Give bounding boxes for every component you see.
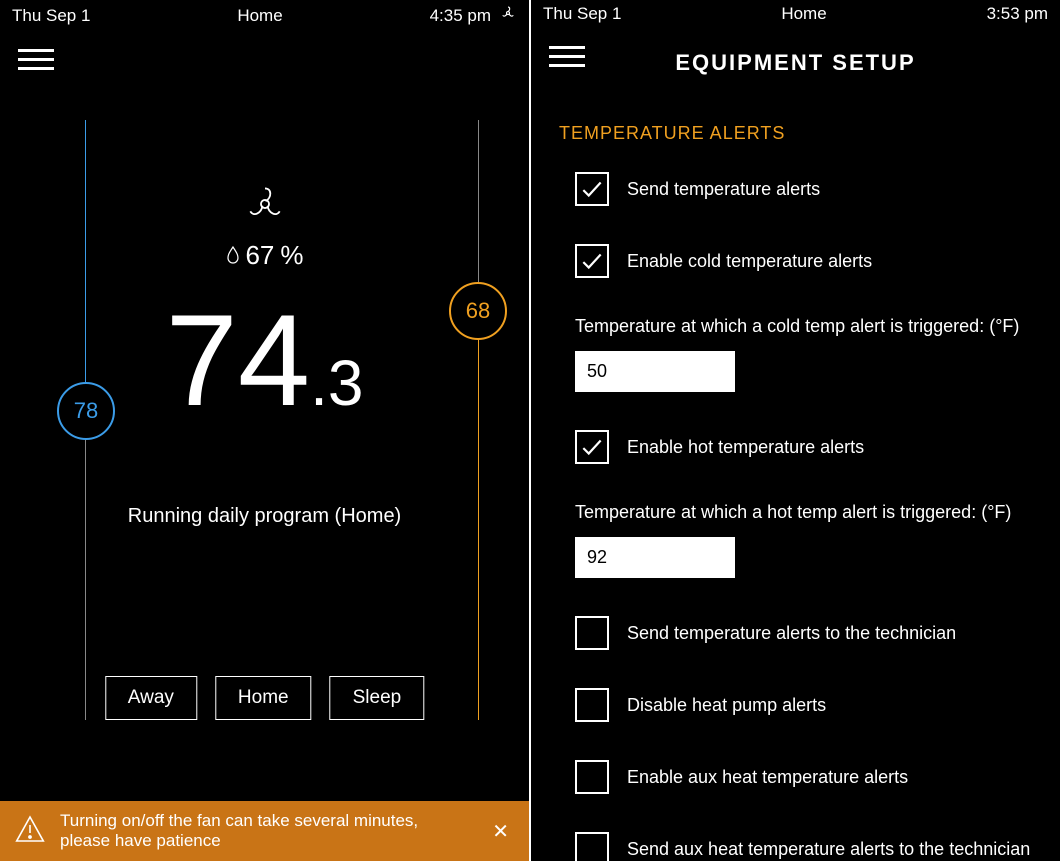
setting-enable-hot-alerts[interactable]: Enable hot temperature alerts [575,430,1032,464]
heat-setpoint-value: 68 [466,298,490,324]
setting-auxheat-technician[interactable]: Send aux heat temperature alerts to the … [575,832,1032,861]
status-date: Thu Sep 1 [543,4,621,24]
program-status: Running daily program (Home) [128,505,401,528]
setting-label: Disable heat pump alerts [627,695,826,716]
fan-icon [243,182,287,231]
hot-threshold-label: Temperature at which a hot temp alert is… [575,502,1032,523]
checkbox[interactable] [575,760,609,794]
mode-home-button[interactable]: Home [215,676,312,720]
temp-whole: 74 [166,295,311,425]
mode-sleep-button[interactable]: Sleep [330,676,425,720]
fan-status-icon [499,4,517,27]
cold-threshold-label: Temperature at which a cold temp alert i… [575,316,1032,337]
checkbox[interactable] [575,172,609,206]
cool-slider-fill [85,120,86,410]
settings-list: TEMPERATURE ALERTS Send temperature aler… [531,73,1060,861]
equipment-setup-screen: Thu Sep 1 Home 3:53 pm EQUIPMENT SETUP T… [531,0,1060,861]
setting-label: Send aux heat temperature alerts to the … [627,839,1030,860]
heat-slider-fill [478,310,479,720]
cool-setpoint-value: 78 [74,398,98,424]
heat-setpoint-handle[interactable]: 68 [449,282,507,340]
setting-alerts-technician[interactable]: Send temperature alerts to the technicia… [575,616,1032,650]
status-center: Home [237,6,282,26]
page-title: EQUIPMENT SETUP [531,50,1060,76]
hot-threshold-input[interactable] [575,537,735,578]
checkbox[interactable] [575,616,609,650]
current-temperature: 74.3 [166,295,364,425]
setting-label: Enable hot temperature alerts [627,437,864,458]
toast-notification: Turning on/off the fan can take several … [0,801,529,861]
setting-label: Enable aux heat temperature alerts [627,767,908,788]
humidity-display: 67% [225,240,303,271]
status-bar: Thu Sep 1 Home 4:35 pm [0,0,529,31]
status-bar: Thu Sep 1 Home 3:53 pm [531,0,1060,28]
checkbox[interactable] [575,832,609,861]
humidity-pct: % [280,240,303,271]
warning-icon [14,813,46,850]
setting-send-alerts[interactable]: Send temperature alerts [575,172,1032,206]
cold-threshold-input[interactable] [575,351,735,392]
toast-close-button[interactable]: ✕ [486,819,515,844]
status-center: Home [781,4,826,24]
section-title: TEMPERATURE ALERTS [559,123,1032,144]
status-date: Thu Sep 1 [12,6,90,26]
setting-label: Send temperature alerts to the technicia… [627,623,956,644]
humidity-value: 67 [245,240,274,271]
setting-disable-heatpump-alerts[interactable]: Disable heat pump alerts [575,688,1032,722]
mode-button-group: Away Home Sleep [105,676,424,720]
checkbox[interactable] [575,244,609,278]
droplet-icon [225,240,239,271]
status-time: 3:53 pm [987,4,1048,24]
status-right: 4:35 pm [430,4,517,27]
setting-label: Send temperature alerts [627,179,820,200]
setting-label: Enable cold temperature alerts [627,251,872,272]
thermostat-home-screen: Thu Sep 1 Home 4:35 pm 78 68 [0,0,529,861]
toast-message: Turning on/off the fan can take several … [60,811,472,851]
setting-enable-auxheat-alerts[interactable]: Enable aux heat temperature alerts [575,760,1032,794]
mode-away-button[interactable]: Away [105,676,197,720]
temp-decimal: .3 [310,351,363,415]
status-time: 4:35 pm [430,6,491,26]
setting-enable-cold-alerts[interactable]: Enable cold temperature alerts [575,244,1032,278]
menu-button[interactable] [18,49,54,70]
checkbox[interactable] [575,430,609,464]
cool-setpoint-handle[interactable]: 78 [57,382,115,440]
checkbox[interactable] [575,688,609,722]
thermostat-display: 78 68 67% 74.3 Running daily program [0,110,529,730]
